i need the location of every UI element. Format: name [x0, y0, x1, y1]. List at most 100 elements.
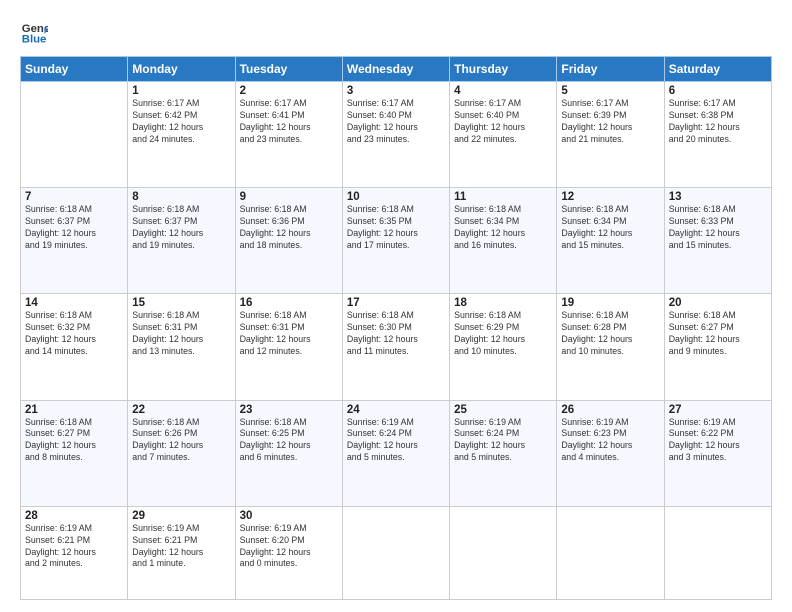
calendar-cell: 12Sunrise: 6:18 AM Sunset: 6:34 PM Dayli… [557, 188, 664, 294]
day-info: Sunrise: 6:18 AM Sunset: 6:32 PM Dayligh… [25, 310, 123, 358]
calendar-cell: 1Sunrise: 6:17 AM Sunset: 6:42 PM Daylig… [128, 82, 235, 188]
calendar-cell: 30Sunrise: 6:19 AM Sunset: 6:20 PM Dayli… [235, 506, 342, 599]
day-info: Sunrise: 6:18 AM Sunset: 6:37 PM Dayligh… [25, 204, 123, 252]
day-info: Sunrise: 6:17 AM Sunset: 6:39 PM Dayligh… [561, 98, 659, 146]
day-number: 3 [347, 85, 445, 97]
day-number: 12 [561, 191, 659, 203]
calendar-cell: 19Sunrise: 6:18 AM Sunset: 6:28 PM Dayli… [557, 294, 664, 400]
weekday-header-tuesday: Tuesday [235, 57, 342, 82]
weekday-header-row: SundayMondayTuesdayWednesdayThursdayFrid… [21, 57, 772, 82]
day-info: Sunrise: 6:18 AM Sunset: 6:26 PM Dayligh… [132, 417, 230, 465]
day-info: Sunrise: 6:17 AM Sunset: 6:38 PM Dayligh… [669, 98, 767, 146]
calendar-cell: 3Sunrise: 6:17 AM Sunset: 6:40 PM Daylig… [342, 82, 449, 188]
calendar-cell [450, 506, 557, 599]
day-number: 30 [240, 510, 338, 522]
weekday-header-friday: Friday [557, 57, 664, 82]
day-info: Sunrise: 6:18 AM Sunset: 6:28 PM Dayligh… [561, 310, 659, 358]
header: General Blue [20, 18, 772, 46]
day-number: 25 [454, 404, 552, 416]
day-info: Sunrise: 6:18 AM Sunset: 6:31 PM Dayligh… [132, 310, 230, 358]
day-info: Sunrise: 6:18 AM Sunset: 6:27 PM Dayligh… [669, 310, 767, 358]
day-number: 16 [240, 297, 338, 309]
calendar-cell: 25Sunrise: 6:19 AM Sunset: 6:24 PM Dayli… [450, 400, 557, 506]
calendar-cell [342, 506, 449, 599]
day-info: Sunrise: 6:17 AM Sunset: 6:40 PM Dayligh… [454, 98, 552, 146]
day-number: 20 [669, 297, 767, 309]
day-number: 10 [347, 191, 445, 203]
day-number: 18 [454, 297, 552, 309]
calendar-cell: 22Sunrise: 6:18 AM Sunset: 6:26 PM Dayli… [128, 400, 235, 506]
day-number: 9 [240, 191, 338, 203]
day-info: Sunrise: 6:19 AM Sunset: 6:23 PM Dayligh… [561, 417, 659, 465]
day-number: 24 [347, 404, 445, 416]
day-number: 22 [132, 404, 230, 416]
calendar-cell: 27Sunrise: 6:19 AM Sunset: 6:22 PM Dayli… [664, 400, 771, 506]
calendar-cell: 4Sunrise: 6:17 AM Sunset: 6:40 PM Daylig… [450, 82, 557, 188]
day-info: Sunrise: 6:18 AM Sunset: 6:34 PM Dayligh… [561, 204, 659, 252]
day-number: 1 [132, 85, 230, 97]
calendar-cell: 24Sunrise: 6:19 AM Sunset: 6:24 PM Dayli… [342, 400, 449, 506]
day-info: Sunrise: 6:19 AM Sunset: 6:24 PM Dayligh… [347, 417, 445, 465]
calendar-cell: 14Sunrise: 6:18 AM Sunset: 6:32 PM Dayli… [21, 294, 128, 400]
calendar-cell: 7Sunrise: 6:18 AM Sunset: 6:37 PM Daylig… [21, 188, 128, 294]
day-number: 14 [25, 297, 123, 309]
logo: General Blue [20, 18, 52, 46]
day-info: Sunrise: 6:18 AM Sunset: 6:36 PM Dayligh… [240, 204, 338, 252]
day-number: 5 [561, 85, 659, 97]
day-info: Sunrise: 6:17 AM Sunset: 6:40 PM Dayligh… [347, 98, 445, 146]
calendar-cell: 5Sunrise: 6:17 AM Sunset: 6:39 PM Daylig… [557, 82, 664, 188]
calendar-cell: 2Sunrise: 6:17 AM Sunset: 6:41 PM Daylig… [235, 82, 342, 188]
day-number: 27 [669, 404, 767, 416]
day-info: Sunrise: 6:18 AM Sunset: 6:33 PM Dayligh… [669, 204, 767, 252]
day-number: 11 [454, 191, 552, 203]
calendar-cell: 18Sunrise: 6:18 AM Sunset: 6:29 PM Dayli… [450, 294, 557, 400]
calendar-cell: 10Sunrise: 6:18 AM Sunset: 6:35 PM Dayli… [342, 188, 449, 294]
calendar-cell: 26Sunrise: 6:19 AM Sunset: 6:23 PM Dayli… [557, 400, 664, 506]
day-info: Sunrise: 6:18 AM Sunset: 6:31 PM Dayligh… [240, 310, 338, 358]
day-number: 28 [25, 510, 123, 522]
calendar-cell: 6Sunrise: 6:17 AM Sunset: 6:38 PM Daylig… [664, 82, 771, 188]
day-info: Sunrise: 6:19 AM Sunset: 6:22 PM Dayligh… [669, 417, 767, 465]
day-info: Sunrise: 6:17 AM Sunset: 6:41 PM Dayligh… [240, 98, 338, 146]
day-info: Sunrise: 6:17 AM Sunset: 6:42 PM Dayligh… [132, 98, 230, 146]
calendar-cell: 29Sunrise: 6:19 AM Sunset: 6:21 PM Dayli… [128, 506, 235, 599]
day-info: Sunrise: 6:19 AM Sunset: 6:24 PM Dayligh… [454, 417, 552, 465]
calendar-cell: 28Sunrise: 6:19 AM Sunset: 6:21 PM Dayli… [21, 506, 128, 599]
calendar-cell: 20Sunrise: 6:18 AM Sunset: 6:27 PM Dayli… [664, 294, 771, 400]
calendar-page: General Blue SundayMondayTuesdayWednesda… [0, 0, 792, 612]
calendar-cell [557, 506, 664, 599]
day-number: 2 [240, 85, 338, 97]
calendar-cell: 9Sunrise: 6:18 AM Sunset: 6:36 PM Daylig… [235, 188, 342, 294]
day-info: Sunrise: 6:18 AM Sunset: 6:29 PM Dayligh… [454, 310, 552, 358]
calendar-cell: 21Sunrise: 6:18 AM Sunset: 6:27 PM Dayli… [21, 400, 128, 506]
calendar-cell: 8Sunrise: 6:18 AM Sunset: 6:37 PM Daylig… [128, 188, 235, 294]
day-number: 26 [561, 404, 659, 416]
day-number: 13 [669, 191, 767, 203]
day-number: 19 [561, 297, 659, 309]
weekday-header-wednesday: Wednesday [342, 57, 449, 82]
day-info: Sunrise: 6:18 AM Sunset: 6:27 PM Dayligh… [25, 417, 123, 465]
day-info: Sunrise: 6:19 AM Sunset: 6:20 PM Dayligh… [240, 523, 338, 571]
calendar-cell: 11Sunrise: 6:18 AM Sunset: 6:34 PM Dayli… [450, 188, 557, 294]
weekday-header-monday: Monday [128, 57, 235, 82]
day-info: Sunrise: 6:19 AM Sunset: 6:21 PM Dayligh… [25, 523, 123, 571]
calendar-cell: 17Sunrise: 6:18 AM Sunset: 6:30 PM Dayli… [342, 294, 449, 400]
day-number: 17 [347, 297, 445, 309]
day-info: Sunrise: 6:18 AM Sunset: 6:25 PM Dayligh… [240, 417, 338, 465]
svg-text:Blue: Blue [22, 34, 47, 46]
day-number: 15 [132, 297, 230, 309]
day-number: 23 [240, 404, 338, 416]
day-number: 4 [454, 85, 552, 97]
day-info: Sunrise: 6:19 AM Sunset: 6:21 PM Dayligh… [132, 523, 230, 571]
logo-icon: General Blue [20, 18, 48, 46]
day-number: 29 [132, 510, 230, 522]
calendar-cell: 15Sunrise: 6:18 AM Sunset: 6:31 PM Dayli… [128, 294, 235, 400]
weekday-header-sunday: Sunday [21, 57, 128, 82]
day-info: Sunrise: 6:18 AM Sunset: 6:37 PM Dayligh… [132, 204, 230, 252]
calendar-cell: 13Sunrise: 6:18 AM Sunset: 6:33 PM Dayli… [664, 188, 771, 294]
day-number: 6 [669, 85, 767, 97]
calendar-cell [21, 82, 128, 188]
day-number: 21 [25, 404, 123, 416]
day-number: 8 [132, 191, 230, 203]
day-number: 7 [25, 191, 123, 203]
